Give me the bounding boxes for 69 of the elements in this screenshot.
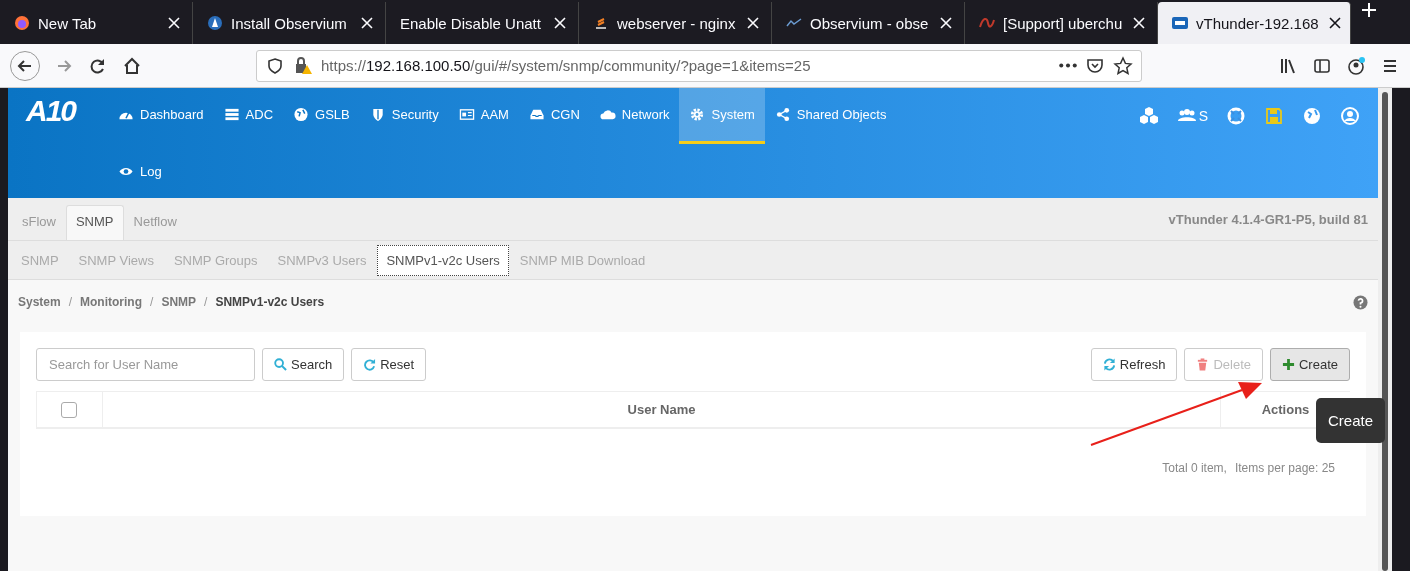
logo-icon <box>1172 15 1188 31</box>
logo[interactable]: A10 <box>8 88 108 144</box>
breadcrumb-separator: / <box>68 295 73 309</box>
home-icon <box>122 55 142 76</box>
action-button[interactable]: Create <box>1269 348 1350 381</box>
partition-selector[interactable]: S <box>1176 106 1208 126</box>
close-icon <box>552 15 568 31</box>
search-field[interactable]: Search for User Name <box>36 348 255 381</box>
search-button[interactable]: Search <box>262 348 345 381</box>
breadcrumb-link[interactable]: System <box>18 295 61 309</box>
star-icon <box>1113 55 1133 76</box>
nav-item[interactable]: GSLB <box>283 88 360 144</box>
shield-icon <box>265 55 285 76</box>
breadcrumb-link[interactable]: SNMP <box>161 295 197 309</box>
column-header: User Name <box>102 392 1220 427</box>
save-icon <box>1264 106 1284 126</box>
close-icon <box>166 15 182 31</box>
help-icon <box>1353 294 1368 310</box>
plus-icon <box>1281 358 1295 371</box>
cloud-icon <box>599 107 616 122</box>
version-text: vThunder 4.1.4-GR1-P5, build 81 <box>1168 211 1369 227</box>
breadcrumb-separator: / <box>150 295 154 309</box>
nav-item[interactable]: Shared Objects <box>764 88 897 144</box>
tooltip: Create <box>1316 398 1386 443</box>
reset-button[interactable]: Reset <box>351 348 427 381</box>
subtab[interactable]: SNMPv1-v2c Users <box>377 244 509 276</box>
more-icon <box>1059 63 1077 68</box>
server-icon <box>223 107 240 122</box>
tab[interactable]: sFlow <box>12 205 66 240</box>
nav-item[interactable]: Security <box>359 88 449 144</box>
breadcrumb-current: SNMPv1-v2c Users <box>215 295 325 309</box>
user-icon <box>1340 106 1360 126</box>
total-count: Total 0 item, <box>1162 461 1227 475</box>
select-all-checkbox[interactable] <box>61 401 77 418</box>
lifebuoy-icon <box>1226 106 1246 126</box>
nav-item[interactable]: AAM <box>448 88 519 144</box>
reset-icon <box>363 358 377 371</box>
gear-icon <box>689 107 706 122</box>
inbox-icon <box>528 107 545 122</box>
account-icon <box>1346 55 1366 76</box>
breadcrumb-link[interactable]: Monitoring <box>80 295 143 309</box>
share-icon <box>774 107 791 122</box>
nav-item[interactable]: Dashboard <box>108 88 214 144</box>
nav-item[interactable]: System <box>679 88 765 144</box>
close-icon <box>1326 15 1343 31</box>
action-button[interactable]: Refresh <box>1090 348 1178 381</box>
close-icon <box>1131 15 1147 31</box>
nav-item[interactable]: ADC <box>213 88 284 144</box>
close-icon <box>745 15 761 31</box>
warning-lock-icon <box>293 55 313 76</box>
nav-item[interactable]: Network <box>589 88 680 144</box>
tab[interactable]: SNMP <box>65 205 124 240</box>
nav-item[interactable]: CGN <box>518 88 590 144</box>
breadcrumb-separator: / <box>204 295 208 309</box>
stack-icon <box>593 15 609 31</box>
tab[interactable]: Netflow <box>123 205 187 240</box>
url-text: https://192.168.100.50/gui/#/system/snmp/community/?page=1&items=25 <box>321 57 812 74</box>
close-icon <box>938 15 954 31</box>
cubes-icon <box>1138 106 1159 126</box>
trash-icon <box>1196 358 1210 371</box>
browser-tab[interactable]: vThunder-192.168 <box>1158 2 1351 44</box>
search-icon <box>274 358 287 371</box>
page-size: Items per page: 25 <box>1234 461 1335 475</box>
nav-item[interactable]: Log <box>108 156 172 186</box>
id-card-icon <box>458 107 475 122</box>
close-icon <box>359 15 375 31</box>
address-bar[interactable]: https://192.168.100.50/gui/#/system/snmp/community/?page=1&items=25 <box>256 49 1142 82</box>
refresh-icon <box>1102 358 1116 371</box>
scrollbar[interactable] <box>1382 92 1388 571</box>
